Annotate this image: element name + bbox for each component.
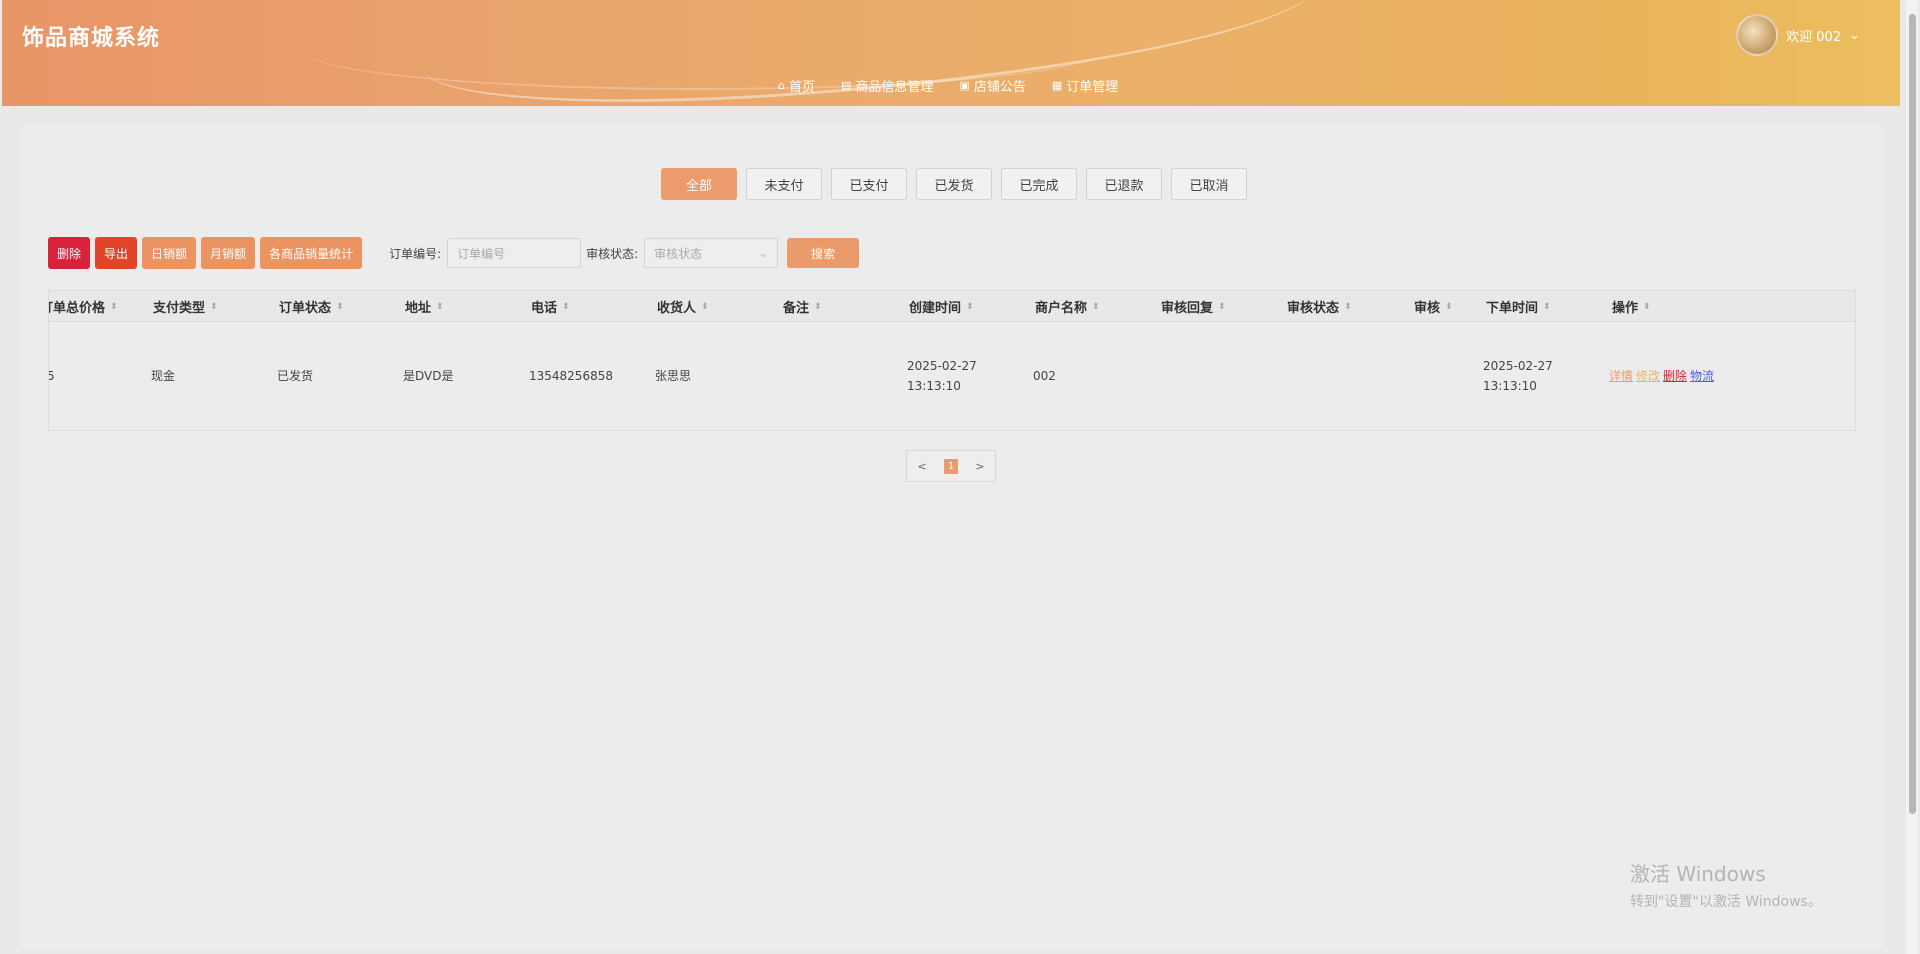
tab-paid[interactable]: 已支付 <box>831 168 907 200</box>
app-title: 饰品商城系统 <box>22 26 161 51</box>
order-icon: ▦ <box>1051 79 1063 92</box>
nav-item-label: 首页 <box>788 80 815 95</box>
audit-status-label: 审核状态: <box>586 246 639 261</box>
sort-icon: ⬍ <box>1344 301 1352 312</box>
watermark-subtitle: 转到"设置"以激活 Windows。 <box>1630 894 1822 910</box>
logistics-link[interactable]: 物流 <box>1690 366 1714 386</box>
tab-unpaid[interactable]: 未支付 <box>746 168 822 200</box>
column-header[interactable]: 支付类型 ⬍ <box>153 291 218 322</box>
scrollbar-thumb[interactable] <box>1909 14 1916 814</box>
main-nav: ⌂ 首页 ▤ 商品信息管理 ▣ 店铺公告 ▦ 订单管理 <box>778 76 1118 95</box>
page-1-button[interactable]: 1 <box>937 451 965 481</box>
order-no-input[interactable]: 订单编号 <box>447 238 582 268</box>
main-panel: 全部 未支付 已支付 已发货 已完成 已退款 已取消 删除 导出 日销额 月销额… <box>21 123 1883 951</box>
column-header[interactable]: 创建时间 ⬍ <box>909 291 974 322</box>
cell-merchant: 002 <box>1033 369 1056 383</box>
app-header: 饰品商城系统 ⌂ 首页 ▤ 商品信息管理 ▣ 店铺公告 ▦ 订单管理 欢迎 00… <box>2 0 1900 106</box>
sort-icon: ⬍ <box>1543 301 1551 312</box>
nav-item-label: 店铺公告 <box>973 80 1026 95</box>
column-header[interactable]: 审核状态 ⬍ <box>1287 291 1352 322</box>
sort-icon: ⬍ <box>110 301 118 312</box>
edit-link[interactable]: 修改 <box>1636 366 1660 386</box>
sort-icon: ⬍ <box>1218 301 1226 312</box>
delete-link[interactable]: 删除 <box>1663 366 1687 386</box>
product-stats-button[interactable]: 各商品销量统计 <box>260 237 363 269</box>
welcome-text: 欢迎 002 <box>1786 29 1842 45</box>
tab-completed[interactable]: 已完成 <box>1001 168 1077 200</box>
tab-all[interactable]: 全部 <box>661 168 737 200</box>
cell-address: 是DVD是 <box>403 369 454 383</box>
cell-status: 已发货 <box>277 369 314 383</box>
sort-icon: ⬍ <box>1445 301 1453 312</box>
current-page: 1 <box>943 458 959 474</box>
chevron-down-icon: ⌄ <box>1849 27 1860 43</box>
cell-created: 2025-02-27 13:13:10 <box>907 359 977 393</box>
column-header[interactable]: 备注 ⬍ <box>783 291 822 322</box>
column-header[interactable]: 下单时间 ⬍ <box>1486 291 1551 322</box>
column-header[interactable]: 审核回复 ⬍ <box>1161 291 1226 322</box>
prev-page-button[interactable]: < <box>907 451 937 481</box>
nav-item-orders[interactable]: ▦ 订单管理 <box>1052 76 1118 95</box>
next-page-button[interactable]: > <box>965 451 995 481</box>
cell-receiver: 张思思 <box>655 369 692 383</box>
daily-sales-button[interactable]: 日销额 <box>142 237 197 269</box>
column-header[interactable]: 收货人 ⬍ <box>657 291 709 322</box>
tab-shipped[interactable]: 已发货 <box>916 168 992 200</box>
page-scrollbar[interactable] <box>1906 0 1918 954</box>
nav-item-label: 订单管理 <box>1066 80 1119 95</box>
table-header: 订单总价格⬍ 支付类型⬍ 订单状态⬍ 地址⬍ 电话⬍ 收货人⬍ 备注⬍ 创建时间… <box>49 291 1855 322</box>
audit-status-placeholder: 审核状态 <box>654 246 703 261</box>
chevron-down-icon: ⌄ <box>758 246 769 260</box>
sort-icon: ⬍ <box>966 301 974 312</box>
status-filter-tabs: 全部 未支付 已支付 已发货 已完成 已退款 已取消 <box>661 168 1247 200</box>
detail-link[interactable]: 详情 <box>1609 366 1633 386</box>
home-icon: ⌂ <box>778 79 785 92</box>
column-header[interactable]: 审核 ⬍ <box>1414 291 1453 322</box>
cell-ops: 详情 修改 删除 物流 <box>1609 322 1717 430</box>
sort-icon: ⬍ <box>562 301 570 312</box>
column-header[interactable]: 订单状态 ⬍ <box>279 291 344 322</box>
monthly-sales-button[interactable]: 月销额 <box>201 237 256 269</box>
watermark-title: 激活 Windows <box>1630 862 1766 886</box>
nav-item-notice[interactable]: ▣ 店铺公告 <box>959 76 1025 95</box>
sort-icon: ⬍ <box>1092 301 1100 312</box>
sort-icon: ⬍ <box>814 301 822 312</box>
cell-pay-type: 现金 <box>151 369 176 383</box>
table-row: 5 现金 已发货 是DVD是 13548256858 张思思 2025-02-2… <box>49 322 1855 430</box>
toolbar: 删除 导出 日销额 月销额 各商品销量统计 订单编号: 订单编号 审核状态: 审… <box>48 237 860 269</box>
column-header[interactable]: 商户名称 ⬍ <box>1035 291 1100 322</box>
column-header[interactable]: 电话 ⬍ <box>531 291 570 322</box>
nav-item-products[interactable]: ▤ 商品信息管理 <box>841 76 933 95</box>
column-header[interactable]: 订单总价格⬍ <box>49 291 118 322</box>
sort-icon: ⬍ <box>1643 301 1651 312</box>
tab-cancelled[interactable]: 已取消 <box>1171 168 1247 200</box>
tab-refunded[interactable]: 已退款 <box>1086 168 1162 200</box>
column-header[interactable]: 操作 ⬍ <box>1612 291 1651 322</box>
sort-icon: ⬍ <box>210 301 218 312</box>
sort-icon: ⬍ <box>436 301 444 312</box>
list-icon: ▤ <box>841 79 852 92</box>
sort-icon: ⬍ <box>701 301 709 312</box>
nav-item-label: 商品信息管理 <box>855 80 934 95</box>
windows-activation-watermark: 激活 Windows 转到"设置"以激活 Windows。 <box>1630 858 1822 911</box>
avatar[interactable] <box>1736 14 1779 56</box>
delete-button[interactable]: 删除 <box>48 237 91 269</box>
order-no-label: 订单编号: <box>389 246 442 261</box>
cell-order-time: 2025-02-27 13:13:10 <box>1483 359 1553 393</box>
user-menu[interactable]: 欢迎 002 ⌄ <box>1736 14 1860 56</box>
audit-status-select[interactable]: 审核状态 ⌄ <box>644 238 779 268</box>
shop-icon: ▣ <box>959 79 970 92</box>
sort-icon: ⬍ <box>336 301 344 312</box>
pagination: < 1 > <box>906 450 996 482</box>
nav-item-home[interactable]: ⌂ 首页 <box>778 76 815 95</box>
cell-phone: 13548256858 <box>529 369 613 383</box>
export-button[interactable]: 导出 <box>95 237 138 269</box>
orders-table: 订单总价格⬍ 支付类型⬍ 订单状态⬍ 地址⬍ 电话⬍ 收货人⬍ 备注⬍ 创建时间… <box>48 290 1856 431</box>
column-header[interactable]: 地址 ⬍ <box>405 291 444 322</box>
search-button[interactable]: 搜索 <box>787 238 860 268</box>
cell-total-price: 5 <box>49 322 55 430</box>
